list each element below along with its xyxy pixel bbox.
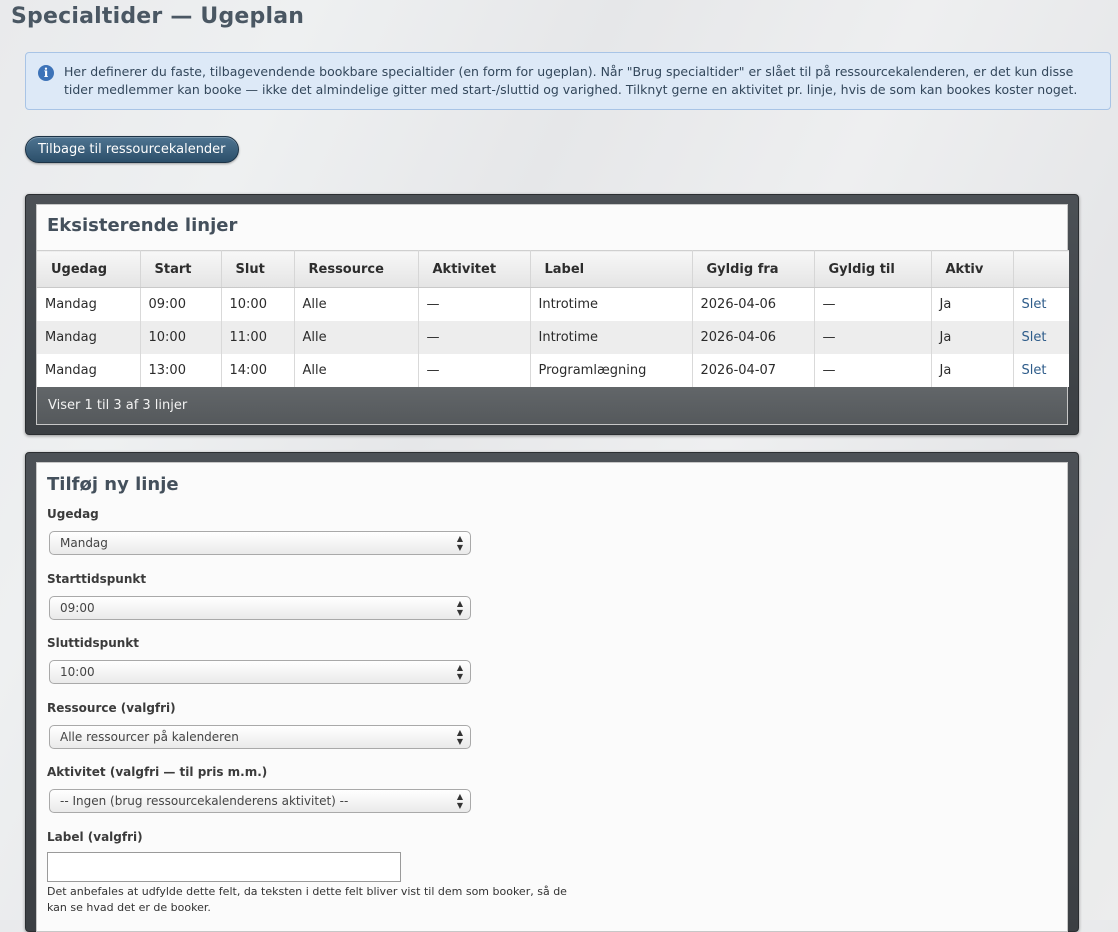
column-header-start[interactable]: Start [140, 250, 222, 288]
cell-aktivitet: — [418, 353, 531, 387]
cell-start: 09:00 [140, 287, 222, 321]
resource-field-group: Ressource (valgfri) Alle ressourcer på k… [47, 699, 1057, 764]
add-line-heading: Tilføj ny linje [47, 474, 179, 495]
weekday-label: Ugedag [47, 507, 99, 521]
cell-slut: 14:00 [221, 353, 295, 387]
delete-link[interactable]: Slet [1022, 297, 1047, 312]
column-header-actions [1013, 250, 1069, 288]
add-line-panel: Tilføj ny linje Ugedag Mandag ▲ ▼ Startti… [25, 452, 1079, 932]
column-header-gyldig-fra[interactable]: Gyldig fra [692, 250, 815, 288]
table-header-row: Ugedag Start Slut Ressource Aktivitet La… [37, 250, 1069, 288]
cell-slut: 10:00 [221, 287, 295, 321]
up-down-arrow-icon: ▲ ▼ [456, 727, 464, 746]
lines-table: Ugedag Start Slut Ressource Aktivitet La… [37, 250, 1069, 387]
table-info-footer: Viser 1 til 3 af 3 linjer [37, 386, 1067, 424]
cell-start: 13:00 [140, 353, 222, 387]
column-header-label[interactable]: Label [530, 250, 693, 288]
label-help-text: Det anbefales at udfylde dette felt, da … [47, 884, 567, 914]
table-row: Mandag 09:00 10:00 Alle — Introtime 2026… [37, 287, 1069, 321]
cell-gyldig-til: — [814, 320, 932, 354]
cell-start: 10:00 [140, 320, 222, 354]
column-header-ressource[interactable]: Ressource [294, 250, 419, 288]
cell-ressource: Alle [294, 320, 419, 354]
cell-aktiv: Ja [931, 287, 1014, 321]
weekday-field-group: Ugedag Mandag ▲ ▼ [47, 505, 1057, 570]
cell-gyldig-fra: 2026-04-06 [692, 320, 815, 354]
weekday-select-value: Mandag [60, 536, 108, 550]
start-time-select-value: 09:00 [60, 600, 95, 615]
cell-ugedag: Mandag [37, 287, 141, 321]
up-down-arrow-icon: ▲ ▼ [456, 792, 464, 810]
cell-label: Introtime [530, 287, 693, 321]
activity-field-group: Aktivitet (valgfri — til pris m.m.) -- I… [47, 763, 1057, 828]
delete-link[interactable]: Slet [1022, 330, 1047, 345]
resource-label: Ressource (valgfri) [47, 700, 176, 715]
delete-link[interactable]: Slet [1022, 363, 1047, 378]
resource-select-value: Alle ressourcer på kalenderen [60, 729, 239, 744]
info-alert: i Her definerer du faste, tilbagevendend… [25, 52, 1111, 110]
column-header-aktivitet[interactable]: Aktivitet [418, 250, 531, 288]
cell-aktiv: Ja [931, 353, 1014, 387]
cell-gyldig-fra: 2026-04-06 [692, 287, 815, 321]
column-header-ugedag[interactable]: Ugedag [37, 250, 141, 288]
cell-gyldig-fra: 2026-04-07 [692, 353, 815, 387]
end-time-label: Sluttidspunkt [47, 636, 140, 650]
table-row: Mandag 10:00 11:00 Alle — Introtime 2026… [37, 320, 1069, 354]
end-time-select-value: 10:00 [60, 665, 95, 679]
existing-lines-panel: Eksisterende linjer Ugedag Start Slut Re… [25, 194, 1079, 435]
cell-aktivitet: — [418, 287, 531, 321]
activity-select-value: -- Ingen (brug ressourcekalenderens akti… [60, 794, 349, 808]
resource-select[interactable]: Alle ressourcer på kalenderen ▲ ▼ [49, 724, 471, 749]
label-input[interactable] [47, 851, 401, 882]
activity-select[interactable]: -- Ingen (brug ressourcekalenderens akti… [49, 789, 471, 813]
cell-aktivitet: — [418, 320, 531, 354]
column-header-aktiv[interactable]: Aktiv [931, 250, 1014, 288]
cell-ressource: Alle [294, 353, 419, 387]
cell-label: Programlægning [530, 353, 693, 387]
column-header-gyldig-til[interactable]: Gyldig til [814, 250, 932, 288]
end-time-field-group: Sluttidspunkt 10:00 ▲ ▼ [47, 634, 1057, 699]
label-label: Label (valgfri) [47, 829, 143, 844]
cell-gyldig-til: — [814, 353, 932, 387]
info-text: Her definerer du faste, tilbagevendende … [64, 64, 1078, 97]
activity-label: Aktivitet (valgfri — til pris m.m.) [47, 765, 268, 779]
cell-slut: 11:00 [221, 320, 295, 354]
cell-ugedag: Mandag [37, 320, 141, 354]
weekday-select[interactable]: Mandag ▲ ▼ [49, 531, 471, 555]
start-time-label: Starttidspunkt [47, 571, 147, 586]
cell-gyldig-til: — [814, 287, 932, 321]
cell-ressource: Alle [294, 287, 419, 321]
page-title: Specialtider — Ugeplan [11, 4, 305, 29]
cell-aktiv: Ja [931, 320, 1014, 354]
cell-ugedag: Mandag [37, 353, 141, 387]
info-icon: i [38, 65, 54, 81]
table-row: Mandag 13:00 14:00 Alle — Programlægning… [37, 353, 1069, 387]
start-time-field-group: Starttidspunkt 09:00 ▲ ▼ [47, 570, 1057, 635]
up-down-arrow-icon: ▲ ▼ [456, 534, 464, 552]
column-header-slut[interactable]: Slut [221, 250, 295, 288]
up-down-arrow-icon: ▲ ▼ [456, 663, 464, 681]
up-down-arrow-icon: ▲ ▼ [456, 598, 464, 617]
label-field-group: Label (valgfri) Det anbefales at udfylde… [47, 828, 1057, 916]
end-time-select[interactable]: 10:00 ▲ ▼ [49, 660, 471, 684]
start-time-select[interactable]: 09:00 ▲ ▼ [49, 595, 471, 620]
existing-lines-heading: Eksisterende linjer [47, 215, 238, 236]
cell-label: Introtime [530, 320, 693, 354]
back-to-resource-calendar-button[interactable]: Tilbage til ressourcekalender [25, 136, 239, 163]
